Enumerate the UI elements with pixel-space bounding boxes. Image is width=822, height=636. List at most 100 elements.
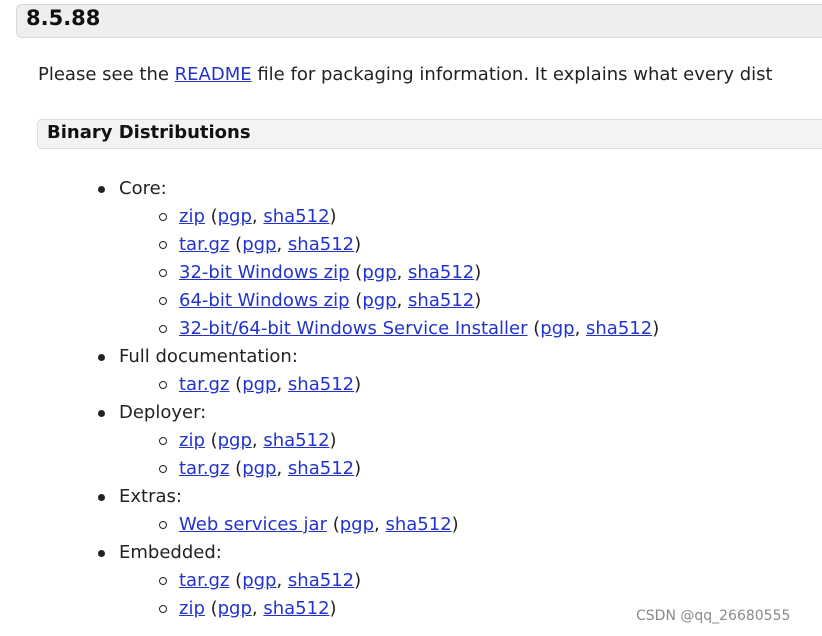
group-label: Deployer: (119, 402, 207, 423)
download-link[interactable]: zip (179, 206, 205, 227)
file-item: 64-bit Windows zip (pgp, sha512) (119, 287, 659, 315)
paren-close: ) (329, 598, 337, 619)
download-page: 8.5.88 Please see the README file for pa… (0, 0, 822, 636)
download-link[interactable]: tar.gz (179, 458, 229, 479)
comma: , (276, 458, 288, 479)
distribution-group: Full documentation: tar.gz (pgp, sha512) (0, 343, 659, 399)
paren-close: ) (354, 570, 362, 591)
file-list: Web services jar (pgp, sha512) (119, 511, 659, 539)
comma: , (396, 262, 409, 283)
sha512-link[interactable]: sha512 (288, 570, 354, 591)
sha512-link[interactable]: sha512 (408, 290, 474, 311)
distribution-group: Core: zip (pgp, sha512) tar.gz (pgp, sha51… (0, 175, 659, 343)
paren-close: ) (451, 514, 459, 535)
paren-open: ( (527, 318, 541, 339)
comma: , (276, 374, 288, 395)
paren-close: ) (474, 262, 482, 283)
pgp-link[interactable]: pgp (218, 206, 252, 227)
comma: , (276, 570, 288, 591)
download-link[interactable]: 32-bit/64-bit Windows Service Installer (179, 318, 528, 339)
group-label: Extras: (119, 486, 182, 507)
paren-close: ) (329, 430, 337, 451)
watermark: CSDN @qq_26680555 (636, 608, 791, 624)
sha512-link[interactable]: sha512 (263, 206, 329, 227)
pgp-link[interactable]: pgp (242, 458, 276, 479)
sha512-link[interactable]: sha512 (288, 458, 354, 479)
paren-open: ( (229, 234, 243, 255)
paren-close: ) (329, 206, 337, 227)
pgp-link[interactable]: pgp (242, 234, 276, 255)
group-label: Core: (119, 178, 167, 199)
download-link[interactable]: tar.gz (179, 570, 229, 591)
version-title: 8.5.88 (26, 6, 101, 30)
file-item: zip (pgp, sha512) (119, 427, 659, 455)
sha512-link[interactable]: sha512 (385, 514, 451, 535)
paren-open: ( (349, 262, 363, 283)
comma: , (574, 318, 587, 339)
distribution-group: Embedded: tar.gz (pgp, sha512) zip (pgp, s… (0, 539, 659, 623)
download-link[interactable]: zip (179, 430, 205, 451)
pgp-link[interactable]: pgp (218, 430, 252, 451)
file-item: 32-bit/64-bit Windows Service Installer … (119, 315, 659, 343)
comma: , (251, 430, 264, 451)
paren-close: ) (652, 318, 660, 339)
comma: , (276, 234, 288, 255)
paren-open: ( (229, 458, 243, 479)
comma: , (396, 290, 409, 311)
intro-text-after: file for packaging information. It expla… (251, 64, 773, 85)
comma: , (374, 514, 386, 535)
distribution-group: Deployer: zip (pgp, sha512) tar.gz (pgp, s… (0, 399, 659, 483)
pgp-link[interactable]: pgp (242, 374, 276, 395)
file-item: Web services jar (pgp, sha512) (119, 511, 659, 539)
pgp-link[interactable]: pgp (540, 318, 574, 339)
download-link[interactable]: zip (179, 598, 205, 619)
intro-text-before: Please see the (38, 64, 175, 85)
pgp-link[interactable]: pgp (242, 570, 276, 591)
paren-close: ) (354, 374, 362, 395)
intro-paragraph: Please see the README file for packaging… (38, 64, 773, 85)
section-title: Binary Distributions (47, 122, 251, 143)
pgp-link[interactable]: pgp (218, 598, 252, 619)
paren-open: ( (229, 570, 243, 591)
file-item: tar.gz (pgp, sha512) (119, 371, 659, 399)
file-list: zip (pgp, sha512) tar.gz (pgp, sha512) (119, 427, 659, 483)
file-list: tar.gz (pgp, sha512) (119, 371, 659, 399)
group-label: Full documentation: (119, 346, 298, 367)
file-item: tar.gz (pgp, sha512) (119, 567, 659, 595)
paren-open: ( (229, 374, 243, 395)
file-item: zip (pgp, sha512) (119, 203, 659, 231)
paren-open: ( (204, 598, 218, 619)
paren-close: ) (474, 290, 482, 311)
comma: , (251, 598, 264, 619)
sha512-link[interactable]: sha512 (408, 262, 474, 283)
comma: , (251, 206, 264, 227)
version-header-bar (16, 4, 822, 38)
paren-close: ) (354, 458, 362, 479)
sha512-link[interactable]: sha512 (263, 430, 329, 451)
download-link[interactable]: 64-bit Windows zip (179, 290, 350, 311)
file-item: tar.gz (pgp, sha512) (119, 231, 659, 259)
file-list: tar.gz (pgp, sha512) zip (pgp, sha512) (119, 567, 659, 623)
paren-open: ( (349, 290, 363, 311)
file-item: zip (pgp, sha512) (119, 595, 659, 623)
sha512-link[interactable]: sha512 (263, 598, 329, 619)
distribution-group: Extras: Web services jar (pgp, sha512) (0, 483, 659, 539)
paren-open: ( (326, 514, 340, 535)
download-link[interactable]: Web services jar (179, 514, 327, 535)
paren-close: ) (354, 234, 362, 255)
sha512-link[interactable]: sha512 (586, 318, 652, 339)
readme-link[interactable]: README (175, 64, 252, 85)
paren-open: ( (204, 430, 218, 451)
download-link[interactable]: tar.gz (179, 374, 229, 395)
sha512-link[interactable]: sha512 (288, 234, 354, 255)
download-link[interactable]: 32-bit Windows zip (179, 262, 350, 283)
file-item: 32-bit Windows zip (pgp, sha512) (119, 259, 659, 287)
download-link[interactable]: tar.gz (179, 234, 229, 255)
file-item: tar.gz (pgp, sha512) (119, 455, 659, 483)
paren-open: ( (204, 206, 218, 227)
pgp-link[interactable]: pgp (362, 290, 396, 311)
sha512-link[interactable]: sha512 (288, 374, 354, 395)
pgp-link[interactable]: pgp (362, 262, 396, 283)
pgp-link[interactable]: pgp (340, 514, 374, 535)
file-list: zip (pgp, sha512) tar.gz (pgp, sha512) 32-… (119, 203, 659, 343)
